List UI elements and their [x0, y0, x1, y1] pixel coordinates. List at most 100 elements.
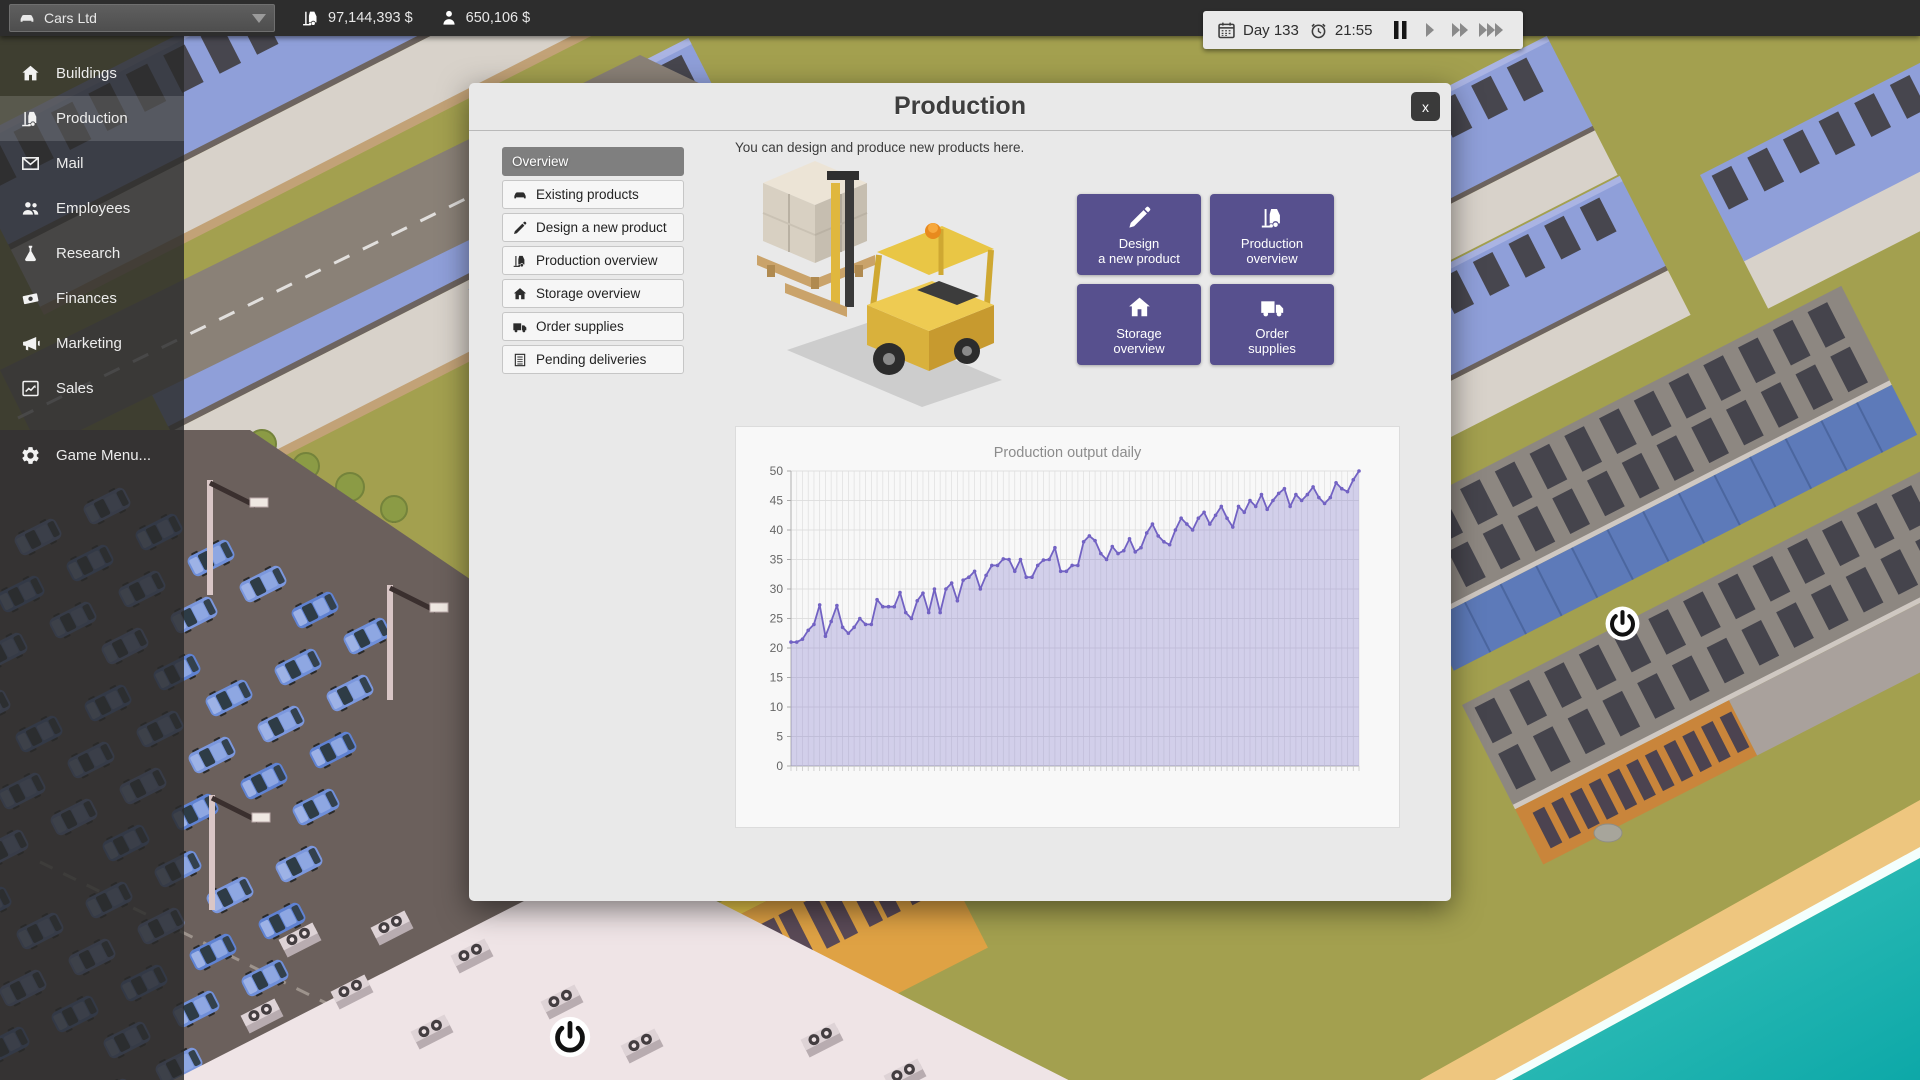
svg-text:10: 10 — [770, 700, 784, 714]
dialog-title: Production — [469, 83, 1451, 130]
marketing-icon — [20, 333, 41, 354]
home-icon — [20, 63, 41, 84]
sidebar-item-sales[interactable]: Sales — [0, 366, 184, 411]
fast-forward-button[interactable] — [1446, 16, 1476, 44]
action-button-label: Ordersupplies — [1248, 326, 1296, 356]
sidebar-item-mail[interactable]: Mail — [0, 141, 184, 186]
play-button[interactable] — [1416, 16, 1446, 44]
list-icon — [512, 352, 528, 368]
person-icon — [439, 8, 459, 28]
divider — [469, 130, 1451, 131]
sidebar-item-research[interactable]: Research — [0, 231, 184, 276]
pause-icon — [1388, 19, 1414, 41]
chevron-down-icon — [252, 14, 266, 23]
house-icon — [512, 286, 528, 302]
svg-text:0: 0 — [776, 759, 783, 773]
action-button-label: Designa new product — [1098, 236, 1180, 266]
fastest-forward-icon — [1478, 19, 1504, 41]
forklift-icon — [301, 8, 321, 28]
sidebar-item-marketing[interactable]: Marketing — [0, 321, 184, 366]
company-selector-dropdown[interactable]: Cars Ltd — [9, 4, 275, 32]
sidebar-item-employees[interactable]: Employees — [0, 186, 184, 231]
power-button-icon[interactable] — [1604, 605, 1641, 642]
sales-icon — [20, 378, 41, 399]
house-icon — [1126, 294, 1153, 321]
company-value-value: 97,144,393 $ — [328, 10, 413, 26]
sidebar-item-label: Production — [56, 110, 128, 127]
stat-personal-money: 650,106 $ — [439, 8, 531, 28]
tab-pending-deliveries[interactable]: Pending deliveries — [502, 345, 684, 374]
truck-icon — [1259, 294, 1286, 321]
pencil-icon — [1126, 204, 1153, 231]
sidebar-item-production[interactable]: Production — [0, 96, 184, 141]
tab-label: Production overview — [536, 253, 658, 268]
car-icon — [512, 187, 528, 203]
production-chart-panel: Production output daily05101520253035404… — [735, 426, 1400, 828]
tab-label: Order supplies — [536, 319, 624, 334]
day-display: Day 133 — [1216, 20, 1299, 41]
calendar-icon — [1216, 20, 1237, 41]
sidebar-item-label: Marketing — [56, 335, 122, 352]
tab-production-overview[interactable]: Production overview — [502, 246, 684, 275]
action-button-label: Productionoverview — [1241, 236, 1303, 266]
forklift-body — [867, 223, 994, 375]
finances-icon — [20, 288, 41, 309]
time-label: 21:55 — [1335, 22, 1373, 39]
play-icon — [1418, 19, 1444, 41]
close-button[interactable]: x — [1411, 92, 1440, 121]
power-button-icon[interactable] — [548, 1015, 592, 1059]
sidebar-item-buildings[interactable]: Buildings — [0, 51, 184, 96]
svg-text:5: 5 — [776, 730, 783, 744]
svg-text:35: 35 — [770, 553, 784, 567]
gear-icon — [20, 445, 41, 466]
rock — [1594, 824, 1622, 842]
forklift-icon — [1259, 204, 1286, 231]
sidebar-item-label: Buildings — [56, 65, 117, 82]
tab-label: Pending deliveries — [536, 352, 646, 367]
sidebar-item-label: Sales — [56, 380, 94, 397]
tab-storage-overview[interactable]: Storage overview — [502, 279, 684, 308]
forklift-icon — [20, 108, 41, 129]
day-label: Day 133 — [1243, 22, 1299, 39]
sidebar: Buildings Production Mail Employees Research… — [0, 36, 184, 1080]
dialog-description: You can design and produce new products … — [735, 140, 1024, 155]
action-storage-overview[interactable]: Storageoverview — [1077, 284, 1201, 365]
clock-icon — [1308, 20, 1329, 41]
action-design-a-new-product[interactable]: Designa new product — [1077, 194, 1201, 275]
tab-overview[interactable]: Overview — [502, 147, 684, 176]
research-icon — [20, 243, 41, 264]
sidebar-item-finances[interactable]: Finances — [0, 276, 184, 321]
truck-icon — [512, 319, 528, 335]
action-production-overview[interactable]: Productionoverview — [1210, 194, 1334, 275]
tab-order-supplies[interactable]: Order supplies — [502, 312, 684, 341]
tab-existing-products[interactable]: Existing products — [502, 180, 684, 209]
forklift-icon — [512, 253, 528, 269]
mail-icon — [20, 153, 41, 174]
pause-button[interactable] — [1386, 16, 1416, 44]
fast-forward-icon — [1448, 19, 1474, 41]
svg-text:15: 15 — [770, 671, 784, 685]
sidebar-item-game-menu[interactable]: Game Menu... — [0, 433, 184, 478]
sidebar-item-label: Mail — [56, 155, 84, 172]
crates — [757, 161, 875, 289]
tab-label: Design a new product — [536, 220, 667, 235]
tab-label: Overview — [512, 154, 568, 169]
time-panel: Day 133 21:55 — [1203, 11, 1523, 49]
tab-design-a-new-product[interactable]: Design a new product — [502, 213, 684, 242]
car-icon — [18, 9, 36, 27]
svg-text:20: 20 — [770, 641, 784, 655]
personal-money-value: 650,106 $ — [466, 10, 531, 26]
sidebar-item-label: Research — [56, 245, 120, 262]
svg-text:45: 45 — [770, 494, 784, 508]
close-icon: x — [1422, 99, 1429, 115]
stat-company-value: 97,144,393 $ — [301, 8, 413, 28]
company-name: Cars Ltd — [44, 10, 252, 26]
action-button-label: Storageoverview — [1113, 326, 1164, 356]
fastest-forward-button[interactable] — [1476, 16, 1506, 44]
action-order-supplies[interactable]: Ordersupplies — [1210, 284, 1334, 365]
production-dialog: Production x You can design and produce … — [469, 83, 1451, 901]
forklift-mast — [845, 173, 854, 307]
top-bar: Cars Ltd 97,144,393 $ 650,106 $ — [0, 0, 1920, 36]
svg-text:50: 50 — [770, 464, 784, 478]
tab-label: Storage overview — [536, 286, 640, 301]
